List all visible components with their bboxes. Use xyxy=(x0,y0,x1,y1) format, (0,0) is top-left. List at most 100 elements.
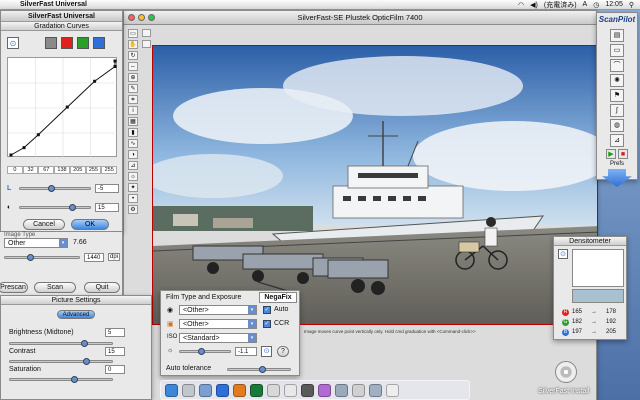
wifi-icon[interactable]: ◠ xyxy=(518,1,524,9)
scan-mode-icon[interactable] xyxy=(142,29,151,37)
film-speed-select[interactable]: <Standard> ▾ xyxy=(179,333,257,343)
sharpen-pilot-icon[interactable]: ⊿ xyxy=(610,134,624,147)
prefs-label[interactable]: Prefs xyxy=(597,161,637,167)
prescan-pilot-icon[interactable]: ▤ xyxy=(610,29,624,42)
install-disc-icon[interactable] xyxy=(555,361,577,383)
install-disc-label[interactable]: SilverFast Install xyxy=(538,388,589,395)
scan-preview-image[interactable] xyxy=(152,45,598,325)
curve-point[interactable] xyxy=(113,59,117,63)
scan-button[interactable]: Scan xyxy=(34,282,76,293)
exposure-slider[interactable] xyxy=(179,348,231,355)
battery-status[interactable]: (充電済み) xyxy=(544,0,577,10)
curve-point[interactable] xyxy=(113,65,117,69)
zoom-tool-icon[interactable]: ⊕ xyxy=(128,73,138,82)
brightness-value[interactable]: 5 xyxy=(105,328,125,337)
addressbook-icon[interactable] xyxy=(267,383,280,397)
lightness-slider[interactable] xyxy=(19,184,91,192)
exposure-zoom-icon[interactable]: ⊙ xyxy=(261,346,272,357)
prescan-button[interactable]: Prescan xyxy=(0,282,28,293)
frame-tool-icon[interactable]: ▭ xyxy=(128,29,138,38)
colorwheel-pilot-icon[interactable]: ◍ xyxy=(610,119,624,132)
minimize-button[interactable] xyxy=(138,14,145,21)
shadow-value[interactable]: 15 xyxy=(95,202,119,212)
app-menu[interactable]: SilverFast Universal xyxy=(14,1,93,8)
saturation-value[interactable]: 0 xyxy=(105,365,125,374)
zoom-button[interactable] xyxy=(148,14,155,21)
densitometer-zoom-icon[interactable]: ⊙ xyxy=(558,249,568,259)
cancel-button[interactable]: Cancel xyxy=(23,219,65,230)
crop-icon[interactable]: ⌗ xyxy=(128,95,138,104)
info-icon[interactable]: i xyxy=(128,106,138,115)
curve-point[interactable] xyxy=(65,105,69,109)
auto-tolerance-slider[interactable] xyxy=(227,366,291,373)
safari-icon[interactable] xyxy=(216,383,229,397)
film-maker-select[interactable]: <Other> ▾ xyxy=(179,305,257,315)
itunes-icon[interactable] xyxy=(318,383,331,397)
quit-button[interactable]: Quit xyxy=(84,282,120,293)
curve-x-value[interactable]: 0 xyxy=(7,166,23,174)
curve-x-value[interactable]: 138 xyxy=(54,166,70,174)
curve-x-value[interactable]: 205 xyxy=(69,166,86,174)
resolution-unit[interactable]: dpi xyxy=(107,253,120,261)
source-select[interactable]: Other ▾ xyxy=(4,238,68,248)
preview-icon[interactable] xyxy=(335,383,348,397)
input-mode[interactable]: A xyxy=(583,1,588,8)
spotlight-icon[interactable]: ⚲ xyxy=(629,1,634,9)
ok-button[interactable]: OK xyxy=(71,219,109,230)
curve-x-value[interactable]: 32 xyxy=(22,166,39,174)
saturation-slider[interactable] xyxy=(9,376,113,383)
eyedropper-icon[interactable]: ✎ xyxy=(128,84,138,93)
shadow-slider[interactable] xyxy=(19,203,91,211)
frame-pilot-icon[interactable]: ▭ xyxy=(610,44,624,57)
curve-point[interactable] xyxy=(93,79,97,83)
zoom-icon[interactable]: ⊙ xyxy=(7,37,19,49)
curve-graph[interactable] xyxy=(7,57,118,158)
play-icon[interactable]: ▶ xyxy=(606,149,616,159)
levels-icon[interactable]: ⊿ xyxy=(128,161,138,170)
green-channel-swatch[interactable] xyxy=(77,37,89,49)
firefox-icon[interactable] xyxy=(233,383,246,397)
histogram-pilot-icon[interactable]: ⚑ xyxy=(610,89,624,102)
mirror-icon[interactable]: ⇔ xyxy=(128,62,138,71)
stop-icon[interactable]: ■ xyxy=(618,149,628,159)
lightness-value[interactable]: -5 xyxy=(95,183,119,193)
terminal-icon[interactable] xyxy=(301,383,314,397)
exposure-value[interactable]: -1.1 xyxy=(235,347,257,356)
grid-icon[interactable]: ▦ xyxy=(128,117,138,126)
dashboard-icon[interactable] xyxy=(182,383,195,397)
red-channel-swatch[interactable] xyxy=(61,37,73,49)
curves-pilot-icon[interactable]: ∫ xyxy=(610,104,624,117)
auto-checkbox[interactable]: ✓ xyxy=(263,306,271,314)
curve-point[interactable] xyxy=(22,146,26,150)
curve-x-value[interactable]: 255 xyxy=(101,166,118,174)
trash-icon[interactable] xyxy=(386,383,399,397)
cc-icon[interactable]: ☼ xyxy=(128,172,138,181)
color-icon[interactable]: ◑ xyxy=(128,150,138,159)
film-type-select[interactable]: <Other> ▾ xyxy=(179,319,257,329)
sun-pilot-icon[interactable]: ✺ xyxy=(610,74,624,87)
histogram-icon[interactable]: ▮ xyxy=(128,128,138,137)
master-channel-swatch[interactable] xyxy=(45,37,57,49)
blue-channel-swatch[interactable] xyxy=(93,37,105,49)
brightness-slider[interactable] xyxy=(9,340,113,347)
contrast-slider[interactable] xyxy=(9,358,113,365)
dust-icon[interactable]: • xyxy=(128,194,138,203)
rotate-icon[interactable]: ↻ xyxy=(128,51,138,60)
advanced-button[interactable]: Advanced xyxy=(57,310,95,319)
curve-point[interactable] xyxy=(9,153,13,157)
settings-icon[interactable]: ⚙ xyxy=(128,205,138,214)
resolution-value[interactable]: 1440 xyxy=(83,252,104,262)
curve-x-value[interactable]: 255 xyxy=(85,166,102,174)
curve-point[interactable] xyxy=(36,133,40,137)
volume-icon[interactable]: ◀) xyxy=(530,1,538,9)
ccr-checkbox[interactable]: ✓ xyxy=(263,320,271,328)
image-type-icon[interactable] xyxy=(142,40,151,48)
contrast-value[interactable]: 15 xyxy=(105,347,125,356)
help-button[interactable]: ? xyxy=(277,346,289,357)
curve-x-value[interactable]: 67 xyxy=(38,166,55,174)
gradation-pilot-icon[interactable]: ⌒ xyxy=(610,59,624,72)
curve-icon[interactable]: ∿ xyxy=(128,139,138,148)
ical-icon[interactable] xyxy=(284,383,297,397)
sharpen-icon[interactable]: ✦ xyxy=(128,183,138,192)
silverfast-dock-icon[interactable] xyxy=(369,383,382,397)
